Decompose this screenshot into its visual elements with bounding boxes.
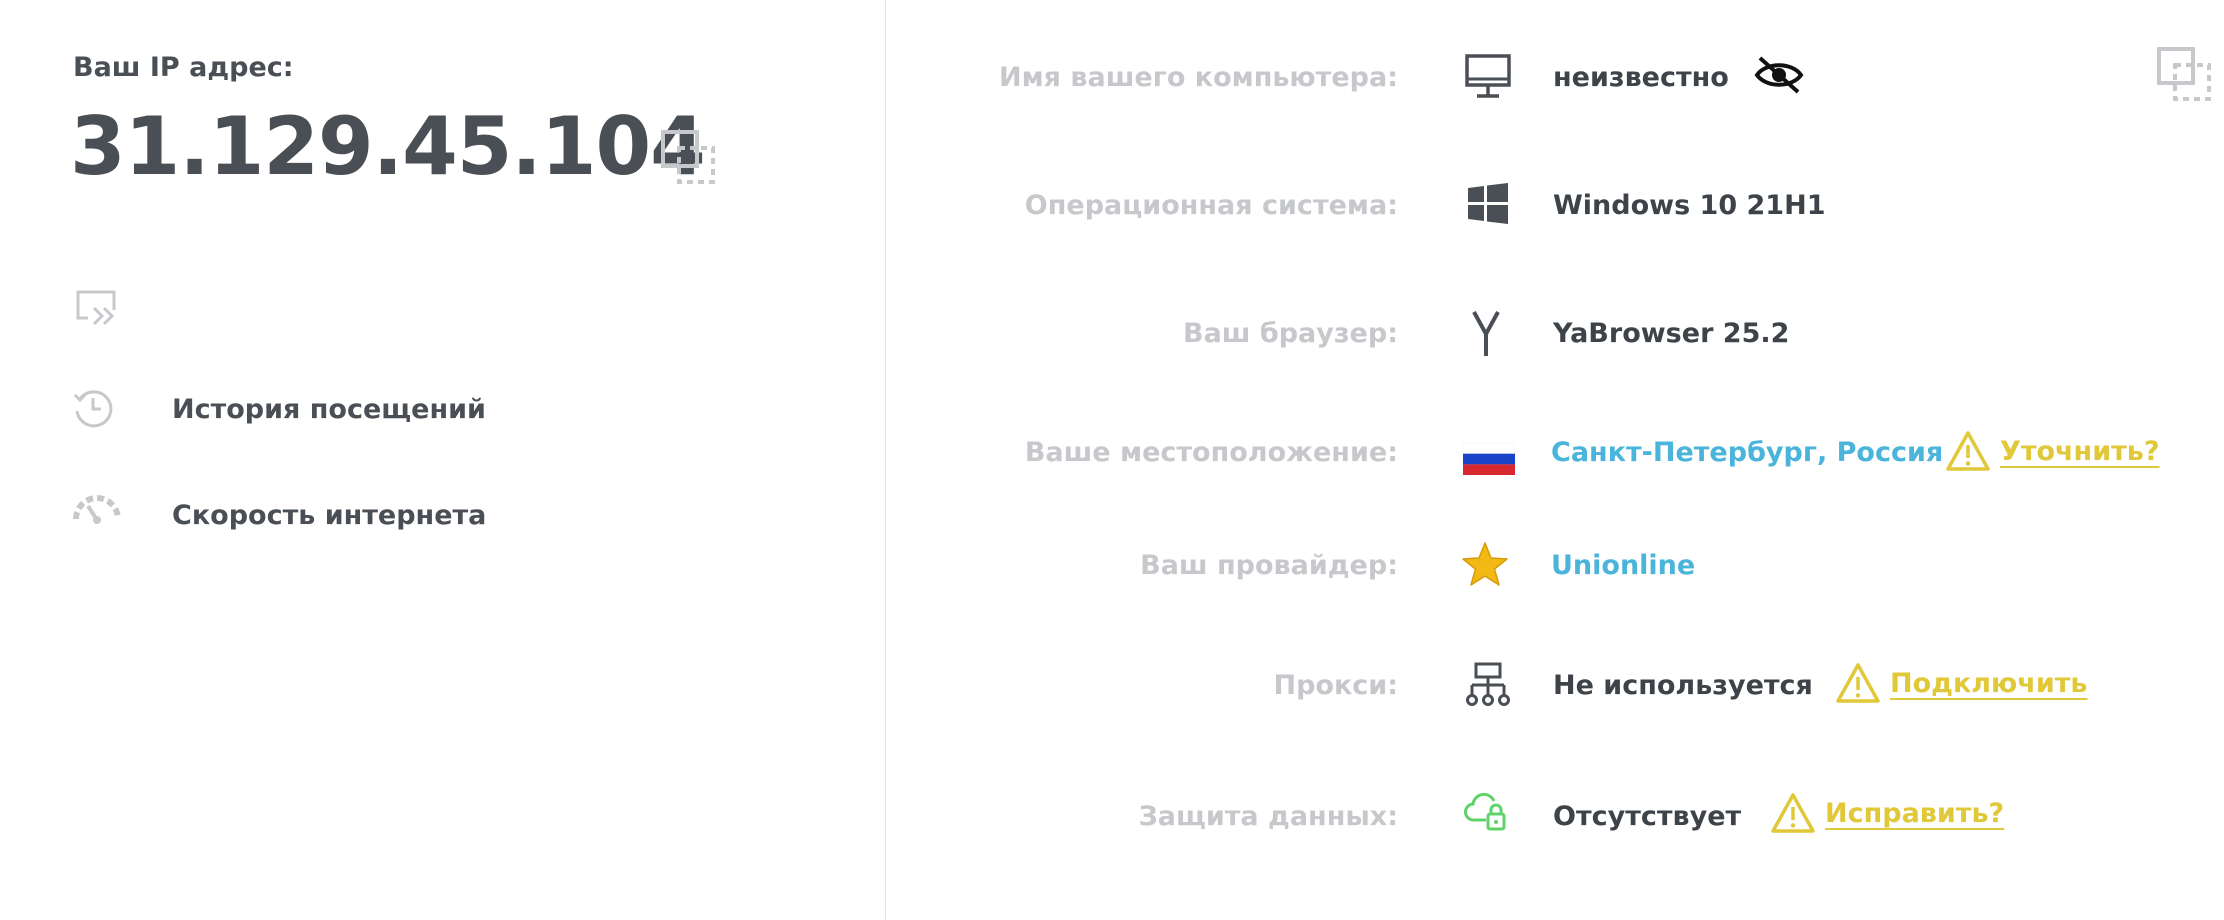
star-icon [1462,542,1508,586]
proxy-value: Не используется [1553,670,1813,701]
ip-label: Ваш IP адрес: [73,52,294,83]
clarify-location-text[interactable]: Уточнить? [2000,436,2160,467]
russia-flag-icon [1463,443,1515,475]
computer-name-value: неизвестно [1553,62,1729,93]
panel-divider [885,0,886,920]
windows-icon [1468,183,1508,224]
computer-name-label: Имя вашего компьютера: [999,62,1398,93]
history-link[interactable]: История посещений [172,394,486,425]
fix-protection-text[interactable]: Исправить? [1825,798,2004,829]
data-protection-value: Отсутствует [1553,801,1742,832]
warning-icon [1836,663,1880,703]
eye-off-icon[interactable] [1754,54,1804,96]
fix-protection-link[interactable]: Исправить? [1771,792,2004,834]
connect-proxy-link[interactable]: Подключить [1836,662,2087,704]
connect-proxy-text[interactable]: Подключить [1890,668,2087,699]
os-value: Windows 10 21H1 [1553,190,1826,221]
monitor-icon [1465,54,1511,98]
proxy-label: Прокси: [1273,670,1398,701]
data-protection-label: Защита данных: [1138,801,1398,832]
speed-test-link[interactable]: Скорость интернета [172,500,486,531]
browser-value: YaBrowser 25.2 [1553,318,1790,349]
left-panel: Ваш IP адрес: 31.129.45.104 История посе… [0,0,885,920]
yandex-browser-icon [1472,311,1500,356]
location-label: Ваше местоположение: [1024,437,1398,468]
speedometer-icon[interactable] [72,493,122,529]
browser-label: Ваш браузер: [1183,318,1398,349]
warning-icon [1946,431,1990,471]
ip-address[interactable]: 31.129.45.104 [70,100,706,193]
history-icon[interactable] [72,387,114,429]
os-label: Операционная система: [1024,190,1398,221]
clarify-location-link[interactable]: Уточнить? [1946,430,2160,472]
copy-icon[interactable] [2157,47,2212,102]
cloud-lock-icon [1464,792,1506,831]
location-value[interactable]: Санкт-Петербург, Россия [1551,437,1943,468]
copy-icon[interactable] [661,130,716,185]
forward-screen-icon[interactable] [74,288,118,328]
provider-value[interactable]: Unionline [1551,550,1695,581]
provider-label: Ваш провайдер: [1140,550,1398,581]
warning-icon [1771,793,1815,833]
network-icon [1466,662,1510,706]
